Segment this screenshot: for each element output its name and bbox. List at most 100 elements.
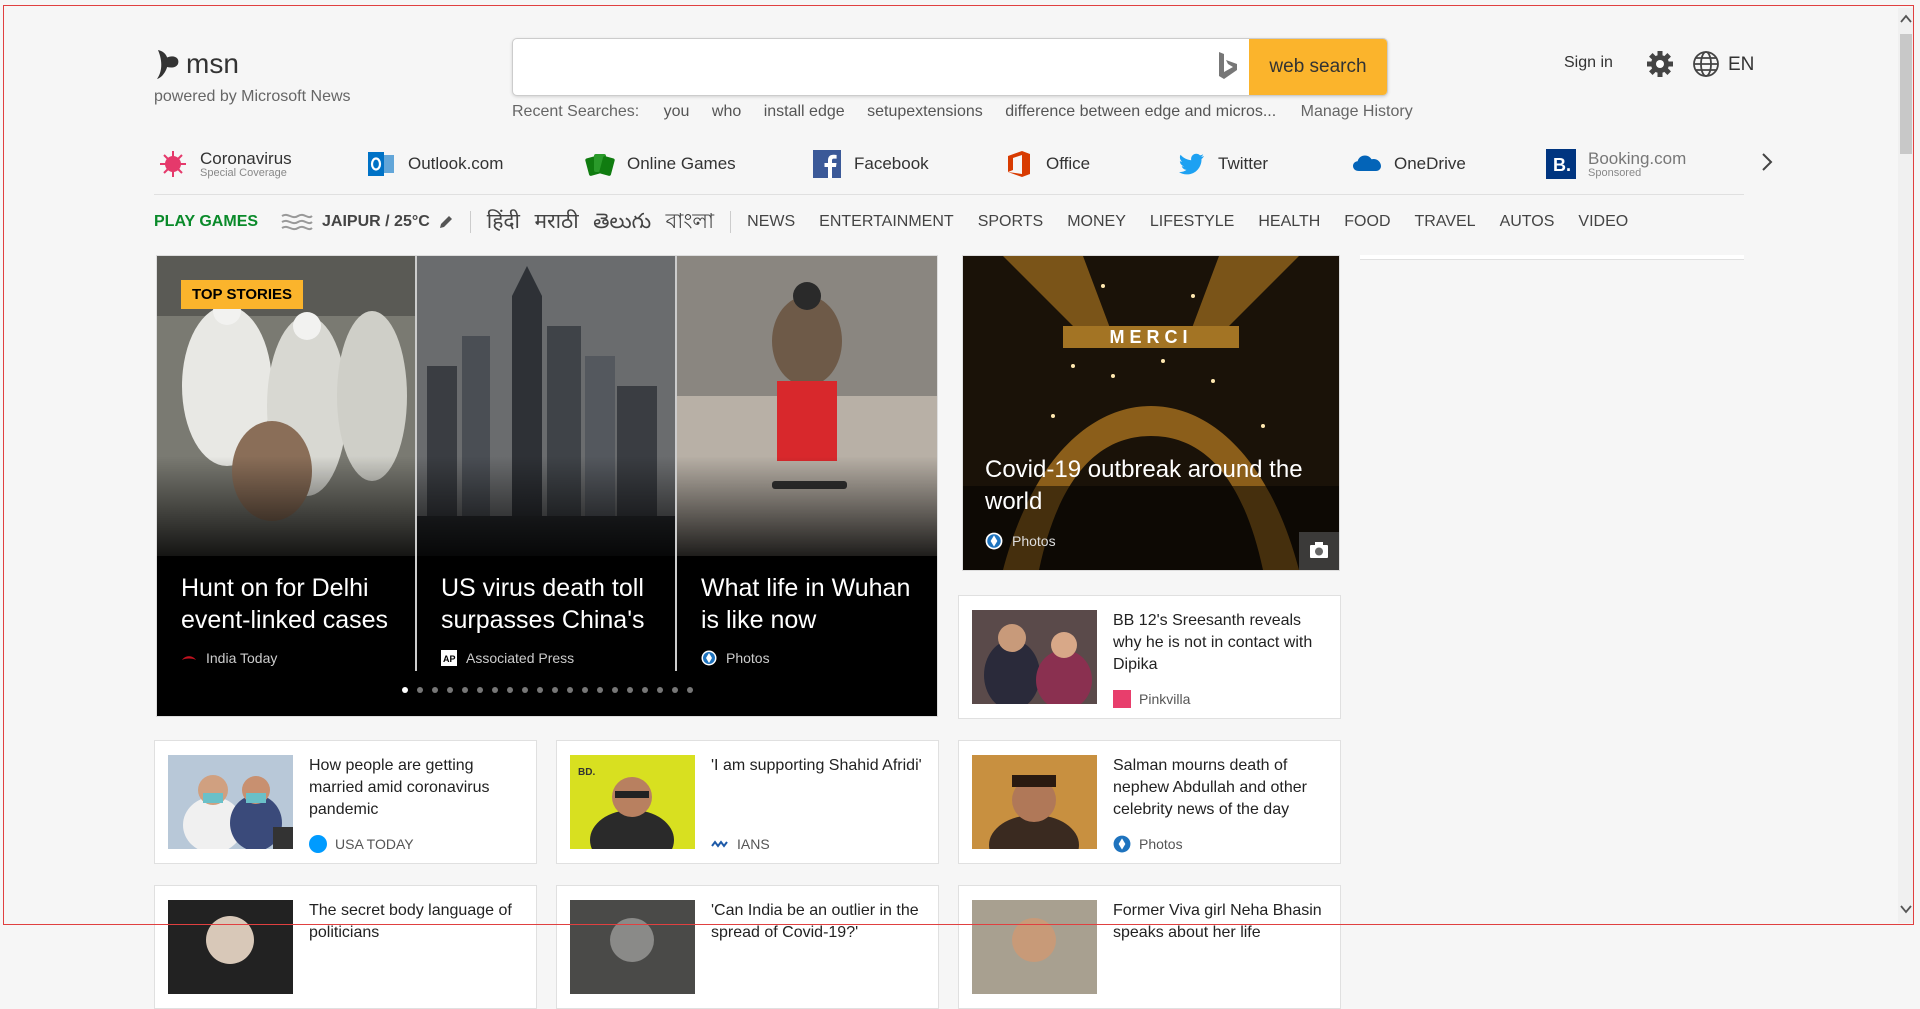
scroll-down-icon[interactable]	[1899, 902, 1913, 916]
quick-link-label: Office	[1046, 154, 1091, 173]
scroll-up-icon[interactable]	[1899, 12, 1913, 26]
quick-link-booking[interactable]: B. Booking.com Sponsored	[1546, 144, 1686, 184]
feature-headline[interactable]: Covid-19 outbreak around the world	[985, 454, 1325, 518]
scrollbar-thumb[interactable]	[1900, 34, 1912, 154]
nav-travel[interactable]: TRAVEL	[1415, 213, 1476, 231]
carousel-dot[interactable]	[612, 687, 618, 693]
story-headline[interactable]: US virus death toll surpasses China's	[441, 572, 661, 636]
camera-icon	[1310, 542, 1328, 558]
search-input[interactable]	[513, 39, 1203, 93]
nav-lifestyle[interactable]: LIFESTYLE	[1150, 213, 1234, 231]
manage-history-link[interactable]: Manage History	[1301, 103, 1413, 120]
card-source: Photos	[1113, 835, 1183, 853]
recent-search-item[interactable]: install edge	[764, 103, 845, 120]
news-card[interactable]: How people are getting married amid coro…	[154, 740, 537, 864]
top-stories-carousel: TOP STORIES Hunt on for Delhi event-link…	[156, 255, 938, 717]
recent-search-item[interactable]: difference between edge and micros...	[1005, 103, 1276, 120]
quick-link-coronavirus[interactable]: Coronavirus Special Coverage	[158, 144, 292, 184]
bing-icon[interactable]	[1213, 50, 1241, 82]
nav-health[interactable]: HEALTH	[1258, 213, 1320, 231]
story-slide[interactable]: US virus death toll surpasses China's AP…	[417, 256, 677, 716]
card-title[interactable]: Salman mourns death of nephew Abdullah a…	[1113, 755, 1331, 821]
sign-in-link[interactable]: Sign in	[1564, 54, 1613, 72]
gear-icon[interactable]	[1646, 50, 1674, 78]
carousel-dot[interactable]	[672, 687, 678, 693]
ians-icon	[711, 840, 728, 848]
card-title[interactable]: 'Can India be an outlier in the spread o…	[711, 900, 929, 944]
weather-location[interactable]: JAIPUR / 25°C	[322, 213, 430, 231]
nav-news[interactable]: NEWS	[747, 213, 795, 231]
card-title[interactable]: Former Viva girl Neha Bhasin speaks abou…	[1113, 900, 1331, 944]
news-card[interactable]: 'Can India be an outlier in the spread o…	[556, 885, 939, 1009]
office-icon	[1008, 151, 1030, 177]
msn-logo[interactable]: msn	[154, 48, 239, 80]
card-title[interactable]: 'I am supporting Shahid Afridi'	[711, 755, 929, 777]
carousel-dot[interactable]	[447, 687, 453, 693]
carousel-dot[interactable]	[477, 687, 483, 693]
carousel-dot[interactable]	[462, 687, 468, 693]
news-card[interactable]: Salman mourns death of nephew Abdullah a…	[958, 740, 1341, 864]
quick-link-games[interactable]: Online Games	[585, 144, 736, 184]
quick-link-onedrive[interactable]: OneDrive	[1352, 144, 1466, 184]
quick-link-outlook[interactable]: Outlook.com	[366, 144, 503, 184]
card-title[interactable]: How people are getting married amid coro…	[309, 755, 527, 821]
language-selector[interactable]: EN	[1728, 54, 1754, 76]
right-panel	[1360, 255, 1744, 260]
news-card[interactable]: BD. 'I am supporting Shahid Afridi' IANS	[556, 740, 939, 864]
news-card[interactable]: Former Viva girl Neha Bhasin speaks abou…	[958, 885, 1341, 1009]
pencil-icon[interactable]	[438, 214, 454, 230]
carousel-dot[interactable]	[657, 687, 663, 693]
story-slide[interactable]: What life in Wuhan is like now Photos	[677, 256, 937, 716]
recent-search-item[interactable]: who	[712, 103, 741, 120]
carousel-dot[interactable]	[567, 687, 573, 693]
powered-by: powered by Microsoft News	[154, 88, 351, 105]
carousel-dot[interactable]	[492, 687, 498, 693]
language-telugu[interactable]: తెలుగు	[593, 210, 651, 233]
quick-link-office[interactable]: Office	[1004, 144, 1090, 184]
carousel-dot[interactable]	[642, 687, 648, 693]
play-games-link[interactable]: PLAY GAMES	[154, 213, 258, 231]
recent-search-item[interactable]: you	[664, 103, 690, 120]
carousel-dot[interactable]	[687, 687, 693, 693]
quick-link-facebook[interactable]: Facebook	[812, 144, 929, 184]
nav-food[interactable]: FOOD	[1344, 213, 1390, 231]
carousel-dot[interactable]	[537, 687, 543, 693]
nav-money[interactable]: MONEY	[1067, 213, 1126, 231]
feature-source-name: Photos	[1012, 533, 1056, 549]
svg-text:BD.: BD.	[578, 767, 595, 778]
nav-autos[interactable]: AUTOS	[1500, 213, 1555, 231]
svg-text:AP: AP	[443, 654, 456, 664]
card-thumbnail	[570, 900, 695, 994]
story-source-name: Photos	[726, 650, 770, 666]
carousel-dot[interactable]	[582, 687, 588, 693]
card-source-name: Photos	[1139, 836, 1183, 852]
story-slide[interactable]: TOP STORIES Hunt on for Delhi event-link…	[157, 256, 417, 716]
carousel-dot[interactable]	[417, 687, 423, 693]
language-bangla[interactable]: বাংলা	[666, 210, 715, 233]
nav-sports[interactable]: SPORTS	[978, 213, 1044, 231]
language-hindi[interactable]: हिंदी	[487, 210, 520, 233]
carousel-dot[interactable]	[507, 687, 513, 693]
web-search-button[interactable]: web search	[1249, 39, 1387, 95]
carousel-dot[interactable]	[627, 687, 633, 693]
carousel-dot[interactable]	[597, 687, 603, 693]
carousel-dot[interactable]	[402, 687, 408, 693]
nav-video[interactable]: VIDEO	[1578, 213, 1628, 231]
language-marathi[interactable]: मराठी	[534, 210, 578, 233]
chevron-right-icon[interactable]	[1758, 150, 1776, 174]
news-card[interactable]: BB 12's Sreesanth reveals why he is not …	[958, 595, 1341, 719]
recent-search-item[interactable]: setupextensions	[867, 103, 983, 120]
card-title[interactable]: BB 12's Sreesanth reveals why he is not …	[1113, 610, 1331, 676]
feature-card-covid[interactable]: MERCI Covid-19 outbreak around the world…	[962, 255, 1340, 571]
carousel-dot[interactable]	[522, 687, 528, 693]
nav-entertainment[interactable]: ENTERTAINMENT	[819, 213, 954, 231]
card-source-name: Pinkvilla	[1139, 691, 1191, 707]
globe-icon[interactable]	[1692, 50, 1720, 78]
news-card[interactable]: The secret body language of politicians	[154, 885, 537, 1009]
story-headline[interactable]: What life in Wuhan is like now	[701, 572, 921, 636]
story-headline[interactable]: Hunt on for Delhi event-linked cases	[181, 572, 401, 636]
card-title[interactable]: The secret body language of politicians	[309, 900, 527, 944]
carousel-dot[interactable]	[432, 687, 438, 693]
quick-link-twitter[interactable]: Twitter	[1176, 144, 1268, 184]
carousel-dot[interactable]	[552, 687, 558, 693]
